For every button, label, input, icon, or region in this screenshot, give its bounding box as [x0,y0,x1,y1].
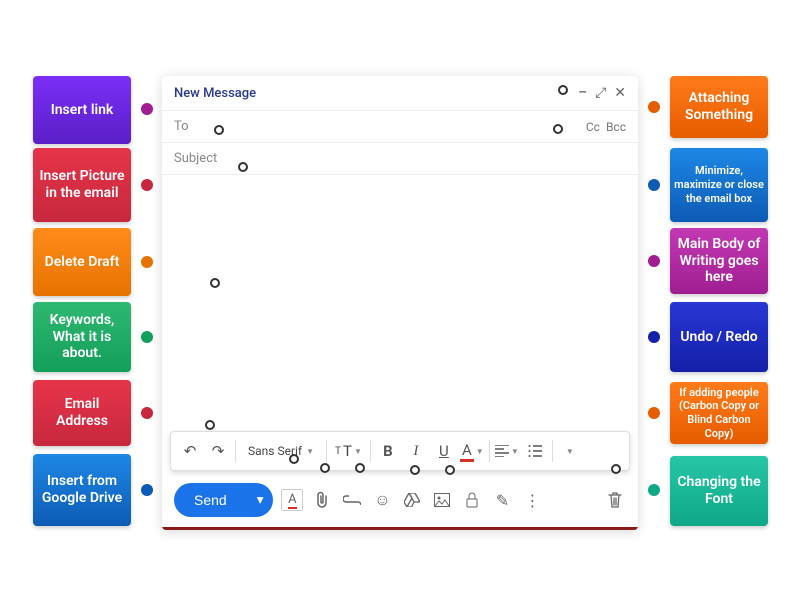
marker [205,420,215,430]
confidential-mode-icon[interactable] [461,489,483,511]
connector-dot [141,484,153,496]
connector-dot [648,331,660,343]
redo-icon[interactable]: ↷ [205,436,231,466]
connector-dot [141,103,153,115]
to-label: To [174,119,189,134]
text-color-button[interactable]: A ▼ [459,436,485,466]
label-main-body: Main Body of Writing goes here [670,228,768,294]
more-options-icon[interactable]: ⋮ [521,489,543,511]
action-row: Send ▾ A ☺ ✎ ⋮ [162,477,638,527]
formatting-toolbar: ↶ ↷ Sans Serif ▼ TT ▼ B I U A ▼ ▼ ▼ [170,431,630,471]
marker [558,85,568,95]
connector-dot [141,407,153,419]
compose-title: New Message [174,86,256,101]
bold-button[interactable]: B [375,436,401,466]
label-insert-link: Insert link [33,76,131,144]
insert-drive-icon[interactable] [401,489,423,511]
cc-link[interactable]: Cc [586,120,600,134]
marker [214,125,224,135]
label-insert-picture: Insert Picture in the email [33,148,131,222]
formatting-options-icon[interactable]: A [281,489,303,511]
send-options-button[interactable]: ▾ [247,483,274,517]
chevron-down-icon: ▼ [306,447,314,456]
connector-dot [141,331,153,343]
send-button[interactable]: Send [174,483,247,517]
connector-dot [648,407,660,419]
connector-dot [648,101,660,113]
close-icon[interactable]: ✕ [614,85,626,101]
insert-photo-icon[interactable] [431,489,453,511]
more-formatting-button[interactable]: ▼ [557,436,583,466]
marker [320,463,330,473]
attach-file-icon[interactable] [311,489,333,511]
marker [553,124,563,134]
subject-label: Subject [174,151,217,166]
label-window-controls: Minimize, maximize or close the email bo… [670,148,768,222]
label-cc-bcc: If adding people (Carbon Copy or Blind C… [670,382,768,444]
subject-row[interactable]: Subject [162,143,638,175]
insert-signature-icon[interactable]: ✎ [491,489,513,511]
connector-dot [648,255,660,267]
marker [289,454,299,464]
font-size-select[interactable]: TT ▼ [331,442,366,460]
label-undo-redo: Undo / Redo [670,302,768,372]
connector-dot [141,179,153,191]
marker [410,465,420,475]
undo-icon[interactable]: ↶ [177,436,203,466]
insert-emoji-icon[interactable]: ☺ [371,489,393,511]
marker [611,464,621,474]
maximize-icon[interactable]: ⤢ [595,85,606,101]
bcc-link[interactable]: Bcc [606,120,626,134]
marker [445,465,455,475]
minimize-icon[interactable]: – [578,85,587,101]
to-row[interactable]: To Cc Bcc [162,111,638,143]
marker [238,162,248,172]
list-button[interactable] [522,436,548,466]
label-change-font: Changing the Font [670,456,768,526]
label-delete-draft: Delete Draft [33,228,131,296]
connector-dot [141,256,153,268]
email-body[interactable] [162,175,638,431]
compose-window: New Message – ⤢ ✕ To Cc Bcc Subject ↶ ↷ … [162,76,638,530]
marker [355,463,365,473]
connector-dot [648,179,660,191]
discard-draft-icon[interactable] [604,489,626,511]
label-insert-drive: Insert from Google Drive [33,454,131,526]
align-button[interactable]: ▼ [494,436,520,466]
chevron-down-icon: ▼ [511,447,519,456]
connector-dot [648,484,660,496]
insert-link-icon[interactable] [341,489,363,511]
label-email-address: Email Address [33,380,131,446]
chevron-down-icon: ▼ [354,447,362,456]
compose-header: New Message – ⤢ ✕ [162,76,638,111]
marker [210,278,220,288]
label-keywords: Keywords, What it is about. [33,302,131,372]
underline-button[interactable]: U [431,436,457,466]
italic-button[interactable]: I [403,436,429,466]
chevron-down-icon: ▼ [476,447,484,456]
compose-footer-bar [162,527,638,530]
label-attaching: Attaching Something [670,76,768,138]
font-family-select[interactable]: Sans Serif ▼ [240,444,322,458]
